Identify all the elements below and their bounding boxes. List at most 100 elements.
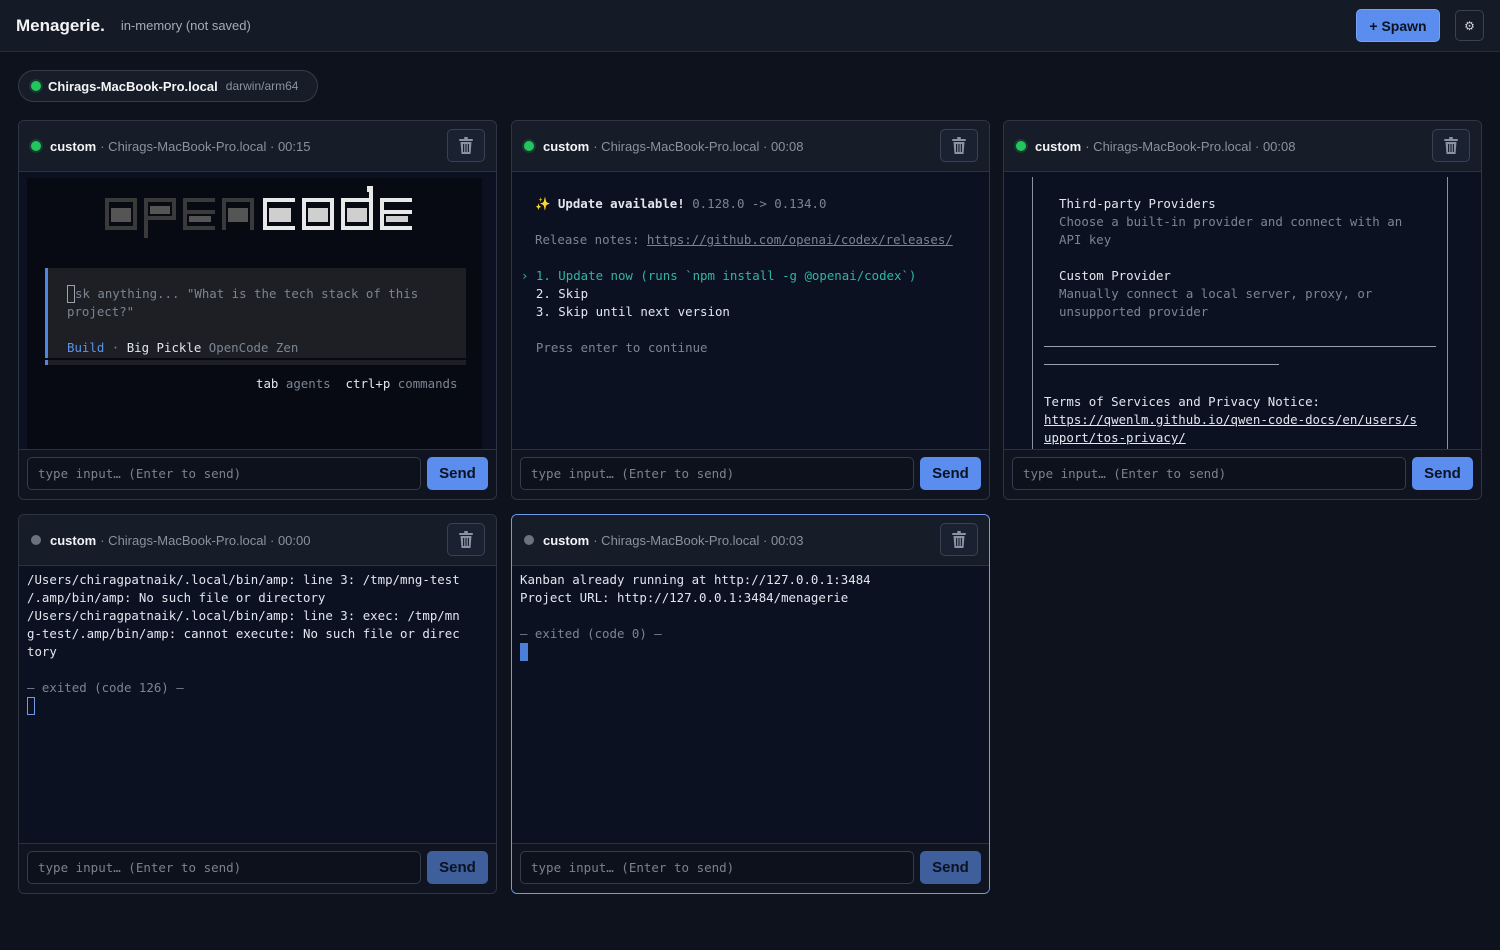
output-line: /Users/chiragpatnaik/.local/bin/amp: lin… [27,572,460,587]
settings-button[interactable]: ⚙ [1455,10,1484,41]
send-button[interactable]: Send [427,457,488,490]
provider-option-third-party[interactable]: Third-party Providers [1059,195,1216,213]
trash-icon [1443,137,1459,155]
output-line: /.amp/bin/amp: No such file or directory [27,590,326,605]
panel-kind: custom [50,138,97,154]
app-title: Menagerie. [16,15,105,35]
terminal-output[interactable]: Third-party Providers Choose a built-in … [1004,172,1481,450]
tos-link-cont[interactable]: upport/tos-privacy/ [1044,429,1186,447]
panel-kind: custom [543,138,590,154]
panel-meta: · Chirags-MacBook-Pro.local · 00:08 [1085,138,1296,154]
text-cursor [67,285,75,303]
provider-desc: unsupported provider [1059,304,1209,319]
spawn-button[interactable]: + Spawn [1356,9,1440,42]
panel-kind: custom [50,532,97,548]
provider-desc: API key [1059,232,1112,247]
press-enter-hint: Press enter to continue [521,340,708,355]
panel-header: custom · Chirags-MacBook-Pro.local · 00:… [1004,121,1481,172]
provider-desc: Manually connect a local server, proxy, … [1059,286,1373,301]
panel-input-bar: Send [19,843,496,893]
dialog-border-right [1447,177,1448,450]
terminal-input[interactable] [27,851,421,884]
panel-input-bar: Send [512,449,989,499]
panel-header: custom · Chirags-MacBook-Pro.local · 00:… [512,121,989,172]
host-chip[interactable]: Chirags-MacBook-Pro.local darwin/arm64 [18,70,318,102]
update-option-1[interactable]: › 1. Update now (runs `npm install -g @o… [521,267,916,285]
dialog-divider [1044,346,1436,347]
update-versions: 0.128.0 -> 0.134.0 [692,196,827,211]
dialog-divider [1044,364,1279,365]
output-line: g-test/.amp/bin/amp: cannot execute: No … [27,626,460,641]
host-arch: darwin/arm64 [225,79,299,93]
provider-option-custom[interactable]: Custom Provider [1059,267,1171,285]
panel-meta: · Chirags-MacBook-Pro.local · 00:00 [100,532,311,548]
top-bar: Menagerie. in-memory (not saved) + Spawn… [0,0,1500,52]
provider-desc: Choose a built-in provider and connect w… [1059,214,1403,229]
panel-status-dot [524,535,534,545]
session-panel-kanban: custom · Chirags-MacBook-Pro.local · 00:… [511,514,990,894]
storage-status: in-memory (not saved) [120,18,251,33]
panel-status-dot [31,141,41,151]
send-button[interactable]: Send [1412,457,1473,490]
dialog-border-left [1032,177,1033,450]
panel-header: custom · Chirags-MacBook-Pro.local · 00:… [19,121,496,172]
delete-session-button[interactable] [940,523,978,556]
terminal-output[interactable]: ✨ Update available! 0.128.0 -> 0.134.0 R… [512,172,989,450]
terminal-cursor [520,643,528,661]
tos-link[interactable]: https://qwenlm.github.io/qwen-code-docs/… [1044,411,1417,429]
terminal-cursor [27,697,35,715]
trash-icon [458,137,474,155]
panel-input-bar: Send [19,449,496,499]
terminal-output[interactable]: /Users/chiragpatnaik/.local/bin/amp: lin… [19,566,496,844]
session-panel-opencode: custom · Chirags-MacBook-Pro.local · 00:… [18,120,497,500]
terminal-input[interactable] [27,457,421,490]
output-line: /Users/chiragpatnaik/.local/bin/amp: lin… [27,608,460,623]
output-line: Kanban already running at http://127.0.0… [520,572,871,587]
delete-session-button[interactable] [1432,129,1470,162]
exit-status: — exited (code 126) — [27,680,184,695]
gear-icon: ⚙ [1464,18,1475,33]
panel-meta: · Chirags-MacBook-Pro.local · 00:15 [100,138,311,154]
trash-icon [458,531,474,549]
release-notes-link[interactable]: https://github.com/openai/codex/releases… [647,232,953,247]
agent-name: Build [67,340,105,355]
delete-session-button[interactable] [940,129,978,162]
tos-label: Terms of Services and Privacy Notice: [1044,394,1321,409]
send-button[interactable]: Send [427,851,488,884]
prompt-placeholder-cont: project?" [67,304,135,319]
panel-kind: custom [543,532,590,548]
hint-label-agents: agents [285,376,331,391]
session-panel-qwen: custom · Chirags-MacBook-Pro.local · 00:… [1003,120,1482,500]
terminal-output[interactable]: sk anything... "What is the tech stack o… [19,172,496,450]
panel-header: custom · Chirags-MacBook-Pro.local · 00:… [512,515,989,566]
host-status-dot [31,81,41,91]
terminal-input[interactable] [520,457,914,490]
hint-label-commands: commands [397,376,458,391]
panel-meta: · Chirags-MacBook-Pro.local · 00:03 [593,532,804,548]
delete-session-button[interactable] [447,129,485,162]
hint-key-tab: tab [256,376,279,391]
send-button[interactable]: Send [920,457,981,490]
hint-key-ctrlp: ctrl+p [345,376,391,391]
opencode-logo [105,186,412,238]
session-panel-amp: custom · Chirags-MacBook-Pro.local · 00:… [18,514,497,894]
terminal-input[interactable] [1012,457,1406,490]
output-line: Project URL: http://127.0.0.1:3484/menag… [520,590,849,605]
provider-name: OpenCode Zen [208,340,299,355]
update-option-3[interactable]: 3. Skip until next version [521,303,730,321]
host-name: Chirags-MacBook-Pro.local [48,78,218,94]
sparkles-icon: ✨ [535,196,551,211]
release-notes-label: Release notes: [535,232,647,247]
terminal-input[interactable] [520,851,914,884]
panel-status-dot [524,141,534,151]
terminal-output[interactable]: Kanban already running at http://127.0.0… [512,566,989,844]
prompt-placeholder: sk anything... "What is the tech stack o… [75,286,419,301]
model-name: Big Pickle [126,340,202,355]
delete-session-button[interactable] [447,523,485,556]
panel-input-bar: Send [512,843,989,893]
panel-input-bar: Send [1004,449,1481,499]
panel-kind: custom [1035,138,1082,154]
send-button[interactable]: Send [920,851,981,884]
panel-header: custom · Chirags-MacBook-Pro.local · 00:… [19,515,496,566]
update-option-2[interactable]: 2. Skip [521,285,588,303]
